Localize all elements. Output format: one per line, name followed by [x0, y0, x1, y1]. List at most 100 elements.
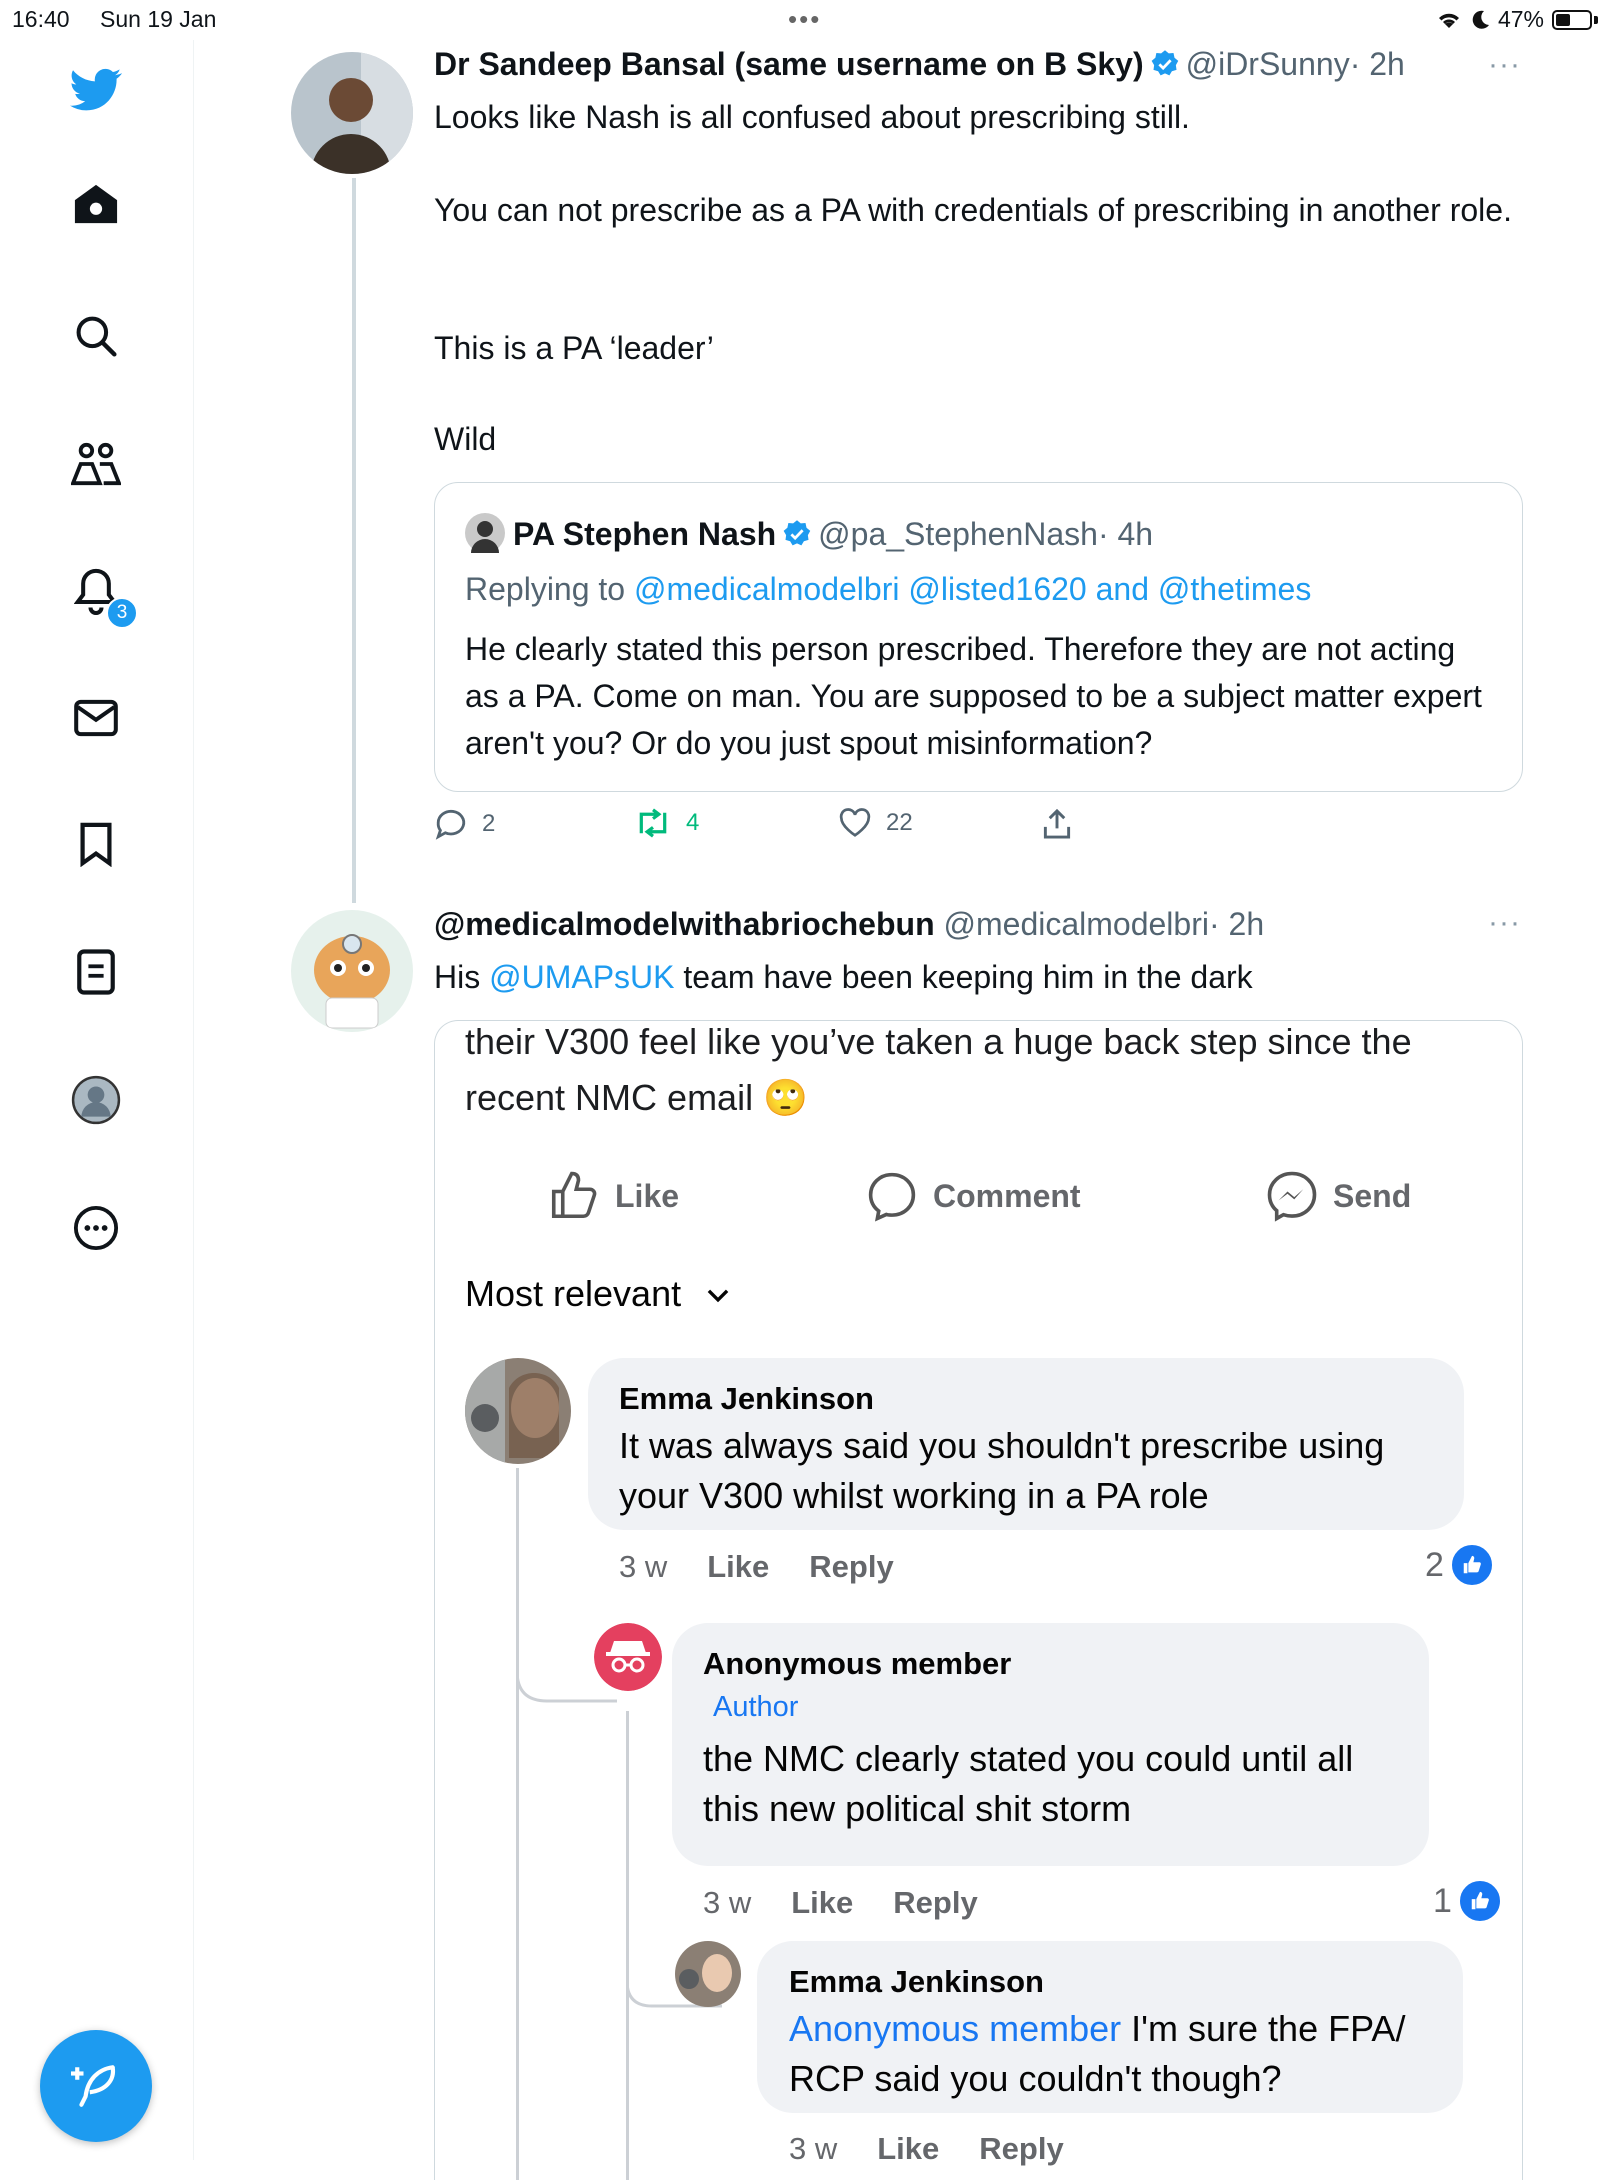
battery-icon: [1552, 9, 1592, 30]
comment-bubble-icon: [868, 1172, 916, 1222]
tweet2-text: His @UMAPsUK team have been keeping him …: [434, 954, 1534, 1000]
fb-post-line2-text: recent NMC email: [465, 1077, 754, 1118]
tweet2-header: @medicalmodelwithabriochebun @medicalmod…: [434, 906, 1264, 943]
comment1-like: Like: [707, 1549, 770, 1584]
twitter-logo-icon[interactable]: [70, 64, 122, 116]
fb-like-label: Like: [615, 1177, 680, 1214]
reply-icon: [435, 809, 466, 840]
comment3-mention: Anonymous member: [789, 2008, 1122, 2049]
comment3-meta: 3 w Like Reply: [789, 2131, 1064, 2167]
fb-send-button: Send: [1265, 1169, 1411, 1223]
status-bar: 16:40 Sun 19 Jan ••• 47%: [0, 0, 1620, 40]
tweet1-line-1: Looks like Nash is all confused about pr…: [434, 99, 1190, 135]
notification-badge: 3: [106, 597, 138, 629]
fb-send-label: Send: [1333, 1177, 1412, 1214]
tweet1-line-2: You can not prescribe as a PA with crede…: [434, 192, 1512, 228]
quote-time: · 4h: [1097, 516, 1154, 552]
like-reaction-icon: [1457, 1879, 1502, 1923]
comment3-like: Like: [877, 2131, 940, 2166]
comment1-age: 3 w: [619, 1549, 668, 1584]
verified-icon: [783, 520, 811, 546]
status-right: 47%: [1436, 6, 1598, 33]
tweet1-line-3: This is a PA ‘leader’: [434, 330, 714, 366]
fb-post-line2: recent NMC email 🙄: [465, 1077, 808, 1119]
fb-sort-label: Most relevant: [465, 1273, 682, 1314]
profile-icon[interactable]: [70, 1074, 122, 1126]
chevron-down-icon: [707, 1289, 729, 1303]
tweet1-header: Dr Sandeep Bansal (same username on B Sk…: [434, 46, 1405, 83]
quote-header: PA Stephen Nash @pa_StephenNash· 4h: [465, 513, 1153, 553]
quote-author-name: PA Stephen Nash: [513, 516, 777, 552]
comment2-meta: 3 w Like Reply: [703, 1885, 978, 1921]
comment3-avatar: [675, 1941, 741, 2007]
comment1-text: It was always said you shouldn't prescri…: [619, 1425, 1385, 1516]
tweet2-image[interactable]: their V300 feel like you’ve taken a huge…: [434, 1020, 1523, 2180]
quote-avatar: [465, 513, 505, 553]
share-action[interactable]: [1042, 808, 1072, 840]
status-time: 16:40: [12, 6, 70, 32]
author-badge: Author: [713, 1691, 799, 1723]
tweet2-author-name[interactable]: @medicalmodelwithabriochebun: [434, 906, 935, 942]
communities-icon[interactable]: [70, 438, 122, 490]
tweet2-time[interactable]: · 2h: [1209, 906, 1264, 942]
comment3-age: 3 w: [789, 2131, 838, 2166]
compose-tweet-button[interactable]: [40, 2030, 152, 2142]
eye-roll-emoji-icon: 🙄: [763, 1077, 808, 1118]
quoted-tweet[interactable]: PA Stephen Nash @pa_StephenNash· 4h Reply…: [434, 482, 1523, 792]
thumbs-up-icon: [551, 1171, 597, 1219]
retweet-count: 4: [686, 809, 700, 836]
tweet1-time[interactable]: · 2h: [1350, 46, 1405, 82]
replying-mentions[interactable]: @medicalmodelbri @listed1620 and @thetim…: [634, 571, 1311, 607]
tweet2-handle[interactable]: @medicalmodelbri: [944, 906, 1209, 942]
status-date: Sun 19 Jan: [100, 6, 217, 32]
tweet1-more-icon[interactable]: ···: [1488, 48, 1521, 82]
comment2-like: Like: [791, 1885, 854, 1920]
comment2-age: 3 w: [703, 1885, 752, 1920]
comment2-reply: Reply: [893, 1885, 978, 1920]
like-action[interactable]: 22: [838, 808, 913, 838]
tweet2-mention[interactable]: @UMAPsUK: [489, 959, 674, 995]
tweet1-avatar[interactable]: [291, 52, 413, 174]
comment3-reply: Reply: [979, 2131, 1064, 2166]
fb-comment-label: Comment: [933, 1177, 1081, 1214]
comment1-reaction-count: 2: [1425, 1545, 1444, 1584]
bookmarks-icon[interactable]: [70, 818, 122, 870]
lists-icon[interactable]: [70, 946, 122, 998]
fb-sort: Most relevant: [465, 1273, 731, 1315]
comment2-text: the NMC clearly stated you could until a…: [703, 1738, 1354, 1829]
battery-percent: 47%: [1497, 6, 1544, 32]
comment2-author: Anonymous member: [703, 1646, 1012, 1681]
fb-like-button: Like: [547, 1169, 679, 1223]
search-icon[interactable]: [70, 310, 122, 362]
reply-action[interactable]: 2: [434, 808, 495, 840]
like-reaction-icon: [1449, 1543, 1494, 1587]
comment-thread-line: [516, 1468, 519, 2180]
comment1-reactions: 2: [1425, 1543, 1494, 1587]
multitasking-dots[interactable]: •••: [788, 4, 821, 35]
compose-feather-icon: [71, 2065, 116, 2107]
retweet-action[interactable]: 4: [634, 808, 699, 838]
reply-count: 2: [482, 810, 496, 837]
tweet1-handle[interactable]: @iDrSunny: [1186, 46, 1350, 82]
tweet1-author-name[interactable]: Dr Sandeep Bansal (same username on B Sk…: [434, 46, 1144, 82]
comment3-text: Anonymous member I'm sure the FPA/ RCP s…: [789, 2004, 1449, 2104]
messages-icon[interactable]: [70, 692, 122, 744]
home-icon[interactable]: [70, 178, 122, 230]
verified-icon: [1151, 50, 1178, 76]
more-icon[interactable]: [70, 1202, 122, 1254]
comment1-author: Emma Jenkinson: [619, 1381, 874, 1416]
retweet-icon: [639, 808, 667, 838]
like-count: 22: [886, 809, 913, 836]
comment1-avatar: [465, 1358, 571, 1464]
tweet2-avatar[interactable]: [291, 910, 413, 1032]
replying-prefix: Replying to: [465, 571, 626, 607]
fb-post-line1: their V300 feel like you’ve taken a huge…: [465, 1021, 1412, 1062]
comment1-reply: Reply: [809, 1549, 894, 1584]
tweet1-line-4: Wild: [434, 421, 497, 457]
tweet2-text-suffix: team have been keeping him in the dark: [683, 959, 1253, 995]
heart-icon: [839, 808, 871, 837]
share-icon: [1043, 808, 1071, 839]
tweet2-more-icon[interactable]: ···: [1488, 906, 1521, 940]
thread-connector: [352, 178, 356, 903]
comment2-reactions: 1: [1433, 1879, 1502, 1923]
